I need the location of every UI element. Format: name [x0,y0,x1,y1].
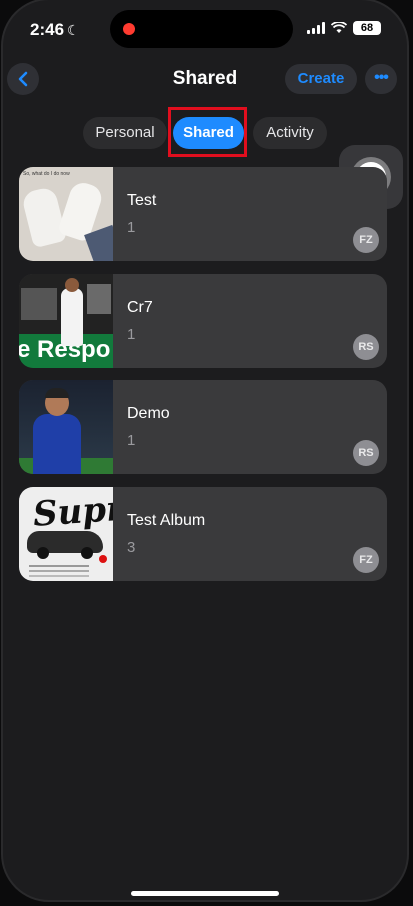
album-thumbnail: e Respo [19,274,113,368]
album-card-test-album[interactable]: Supra Test Album 3 FZ [19,487,387,581]
album-name: Test Album [127,512,206,529]
annotation-highlight-box [168,107,247,157]
phone-screen: 2:46 ☾ 68 Shared Create ••• Personal Shar… [3,0,407,900]
owner-avatar: RS [353,334,379,360]
ellipsis-icon: ••• [374,69,389,86]
thumbnail-caption: So, what do I do now [23,171,70,177]
owner-avatar: RS [353,440,379,466]
album-thumbnail: So, what do I do now [19,167,113,261]
tab-personal[interactable]: Personal [83,117,167,149]
album-item-count: 3 [127,539,136,556]
tab-activity[interactable]: Activity [253,117,327,149]
status-time: 2:46 ☾ [30,20,80,40]
album-item-count: 1 [127,219,136,236]
owner-avatar: FZ [353,547,379,573]
status-icons: 68 [307,21,381,35]
home-indicator[interactable] [131,891,279,896]
album-item-count: 1 [127,432,136,449]
album-name: Demo [127,405,170,422]
cellular-signal-icon [307,22,325,34]
battery-icon: 68 [353,21,381,35]
recording-indicator-icon [123,23,135,35]
album-card-test[interactable]: So, what do I do now Test 1 FZ [19,167,387,261]
album-card-cr7[interactable]: e Respo Cr7 1 RS [19,274,387,368]
wifi-icon [331,22,347,33]
album-thumbnail [19,380,113,474]
thumbnail-text: Supra [31,487,113,535]
album-card-demo[interactable]: Demo 1 RS [19,380,387,474]
album-thumbnail: Supra [19,487,113,581]
create-button[interactable]: Create [285,64,357,94]
owner-avatar: FZ [353,227,379,253]
album-item-count: 1 [127,326,136,343]
more-options-button[interactable]: ••• [365,64,397,94]
status-time-text: 2:46 [30,20,65,39]
moon-icon: ☾ [67,22,80,38]
dynamic-island [110,10,293,48]
album-name: Cr7 [127,299,153,316]
album-name: Test [127,192,157,209]
